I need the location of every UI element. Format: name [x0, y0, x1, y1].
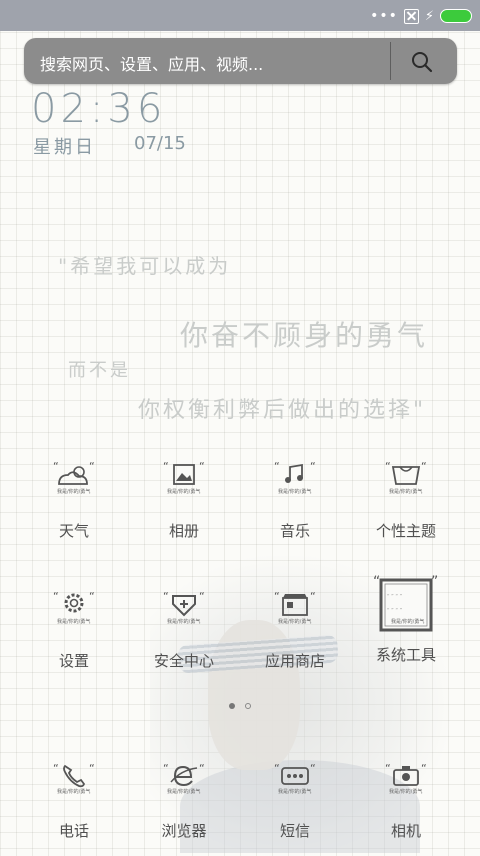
page-indicator[interactable]: [229, 703, 251, 709]
svg-text:我是/你的/勇气: 我是/你的/勇气: [57, 788, 90, 795]
app-label: 浏览器: [161, 822, 207, 840]
svg-text:我是/你的/勇气: 我是/你的/勇气: [167, 788, 200, 795]
app-camera[interactable]: “ “ 我是/你的/勇气 相机: [351, 760, 461, 841]
search-icon[interactable]: [410, 50, 434, 74]
svg-text:我是/你的/勇气: 我是/你的/勇气: [389, 488, 422, 495]
svg-text:“: “: [199, 460, 205, 473]
system-tools-icon: “” “ ” “ ” “ ” “ ” 我是/你的/勇气: [373, 574, 438, 632]
search-divider: [390, 42, 391, 80]
camera-icon: “ “ 我是/你的/勇气: [385, 762, 427, 795]
app-label: 电话: [58, 822, 89, 840]
search-input[interactable]: 搜索网页、设置、应用、视频...: [40, 51, 263, 75]
clock-weekday: 星期日: [33, 137, 96, 158]
svg-text:“: “: [163, 762, 169, 775]
svg-text:我是/你的/勇气: 我是/你的/勇气: [389, 788, 422, 795]
svg-text:我是/你的/勇气: 我是/你的/勇气: [278, 788, 311, 795]
app-label: 短信: [279, 822, 310, 840]
settings-icon: “ “ 我是/你的/勇气: [53, 590, 95, 625]
svg-text:“ ” “ ”: “ ” “ ”: [387, 608, 403, 614]
svg-text:我是/你的/勇气: 我是/你的/勇气: [391, 618, 424, 625]
app-browser[interactable]: “ “ 我是/你的/勇气 浏览器: [129, 760, 239, 841]
app-label: 系统工具: [375, 646, 436, 664]
app-label: 音乐: [279, 522, 310, 540]
svg-text:我是/你的/勇气: 我是/你的/勇气: [57, 618, 90, 625]
svg-text:“: “: [274, 460, 280, 473]
app-gallery[interactable]: “ “ 我是/你的/勇气 相册: [129, 460, 239, 541]
app-label: 天气: [58, 522, 89, 540]
page-dot[interactable]: [245, 703, 251, 709]
app-security[interactable]: “ “ 我是/你的/勇气 安全中心: [129, 590, 239, 671]
clock-time[interactable]: 02:36: [31, 86, 166, 132]
sim-off-icon: [403, 8, 419, 24]
wallpaper-quote-line2: 你奋不顾身的勇气: [180, 319, 429, 352]
svg-text:“: “: [89, 762, 95, 775]
svg-text:“: “: [53, 590, 59, 603]
app-label: 相机: [390, 822, 421, 840]
svg-text:“: “: [199, 762, 205, 775]
svg-text:“: “: [53, 762, 59, 775]
svg-text:“: “: [199, 590, 205, 603]
svg-text:“: “: [310, 460, 316, 473]
svg-text:我是/你的/勇气: 我是/你的/勇气: [278, 618, 311, 625]
svg-text:“: “: [274, 762, 280, 775]
svg-text:我是/你的/勇气: 我是/你的/勇气: [167, 488, 200, 495]
svg-text:我是/你的/勇气: 我是/你的/勇气: [278, 488, 311, 495]
svg-text:“: “: [163, 460, 169, 473]
app-music[interactable]: “ “ 我是/你的/勇气 音乐: [240, 460, 350, 541]
svg-text:“: “: [373, 574, 380, 590]
wallpaper-quote-line1: "希望我可以成为: [58, 254, 232, 278]
battery-icon: [440, 9, 472, 23]
svg-text:“: “: [89, 590, 95, 603]
page-dot-active[interactable]: [229, 703, 235, 709]
svg-text:“: “: [310, 590, 316, 603]
app-messages[interactable]: “ “ 我是/你的/勇气 短信: [240, 760, 350, 841]
messages-icon: “ “ 我是/你的/勇气: [274, 762, 316, 795]
app-label: 个性主题: [375, 522, 436, 540]
status-icons: ••• ⚡: [370, 6, 472, 26]
music-icon: “ “ 我是/你的/勇气: [274, 460, 316, 495]
clock-date: 07/15: [134, 133, 186, 154]
svg-text:我是/你的/勇气: 我是/你的/勇气: [57, 488, 90, 495]
browser-icon: “ “ 我是/你的/勇气: [163, 762, 205, 795]
charging-bolt-icon: ⚡: [424, 8, 434, 24]
app-label: 设置: [58, 652, 89, 670]
themes-icon: “ “ 我是/你的/勇气: [385, 460, 427, 495]
security-icon: “ “ 我是/你的/勇气: [163, 590, 205, 625]
app-settings[interactable]: “ “ 我是/你的/勇气 设置: [19, 590, 129, 671]
svg-text:“: “: [53, 460, 59, 473]
app-label: 应用商店: [264, 652, 325, 670]
wallpaper-quote-line4: 你权衡利弊后做出的选择": [138, 398, 427, 423]
svg-text:“: “: [421, 460, 427, 473]
gallery-icon: “ “ 我是/你的/勇气: [163, 460, 205, 495]
wallpaper-quote-line3: 而不是: [68, 360, 131, 381]
app-system-tools-folder[interactable]: “” “ ” “ ” “ ” “ ” 我是/你的/勇气 系统工具: [351, 572, 461, 665]
svg-text:“: “: [310, 762, 316, 775]
svg-text:“: “: [163, 590, 169, 603]
svg-text:“: “: [274, 590, 280, 603]
phone-icon: “ “ 我是/你的/勇气: [53, 762, 95, 795]
search-bar[interactable]: 搜索网页、设置、应用、视频...: [24, 38, 457, 84]
svg-text:“: “: [89, 460, 95, 473]
weather-icon: “ “ 我是/你的/勇气: [53, 460, 95, 495]
app-phone[interactable]: “ “ 我是/你的/勇气 电话: [19, 760, 129, 841]
app-label: 相册: [168, 522, 199, 540]
app-store-icon: “ “ 我是/你的/勇气: [274, 590, 316, 625]
status-bar: ••• ⚡: [0, 0, 480, 31]
app-label: 安全中心: [153, 652, 214, 670]
svg-text:“: “: [385, 460, 391, 473]
svg-text:“ ” “ ”: “ ” “ ”: [387, 594, 403, 600]
app-themes[interactable]: “ “ 我是/你的/勇气 个性主题: [351, 460, 461, 541]
svg-text:我是/你的/勇气: 我是/你的/勇气: [167, 618, 200, 625]
svg-text:“: “: [385, 762, 391, 775]
svg-text:“: “: [421, 762, 427, 775]
more-dots-icon: •••: [370, 8, 398, 24]
app-store[interactable]: “ “ 我是/你的/勇气 应用商店: [240, 590, 350, 671]
app-weather[interactable]: “ “ 我是/你的/勇气 天气: [19, 460, 129, 541]
